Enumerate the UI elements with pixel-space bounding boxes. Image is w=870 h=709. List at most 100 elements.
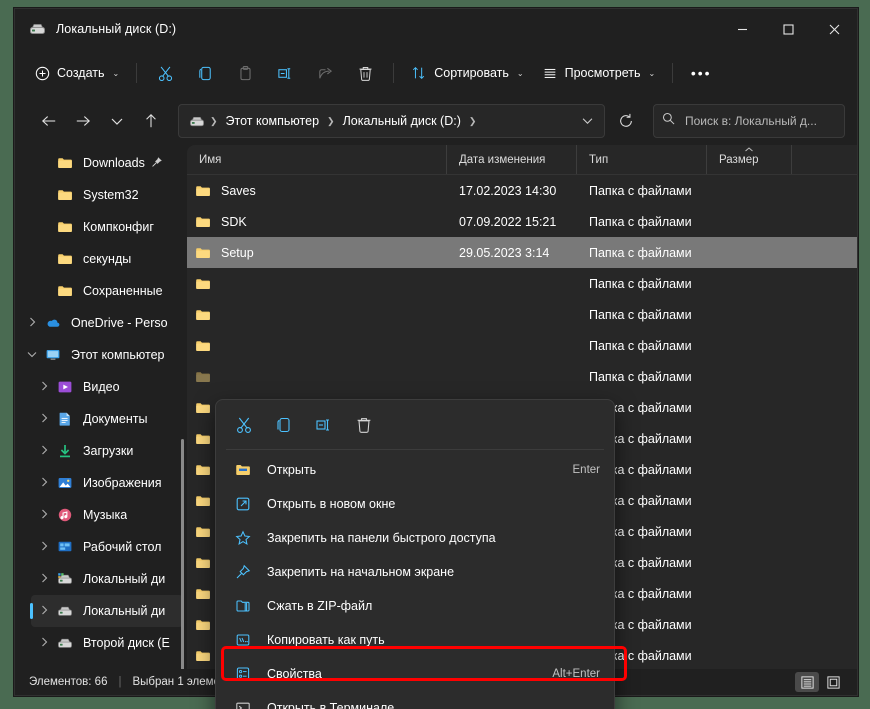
sort-button[interactable]: Сортировать ⌄: [403, 57, 531, 89]
close-button[interactable]: [811, 9, 857, 49]
terminal-icon: [232, 700, 254, 709]
context-menu-item-2[interactable]: Закрепить на панели быстрого доступа: [220, 521, 610, 555]
table-row[interactable]: Папка с файлами: [187, 268, 857, 299]
new-button[interactable]: Создать ⌄: [27, 57, 127, 89]
sidebar-item-11[interactable]: Музыка: [31, 499, 183, 531]
paste-icon: [240, 65, 251, 80]
item-count-label: Элементов: 66: [29, 676, 108, 688]
table-row[interactable]: SDK 07.09.2022 15:21 Папка с файлами: [187, 206, 857, 237]
pin-icon: [151, 156, 163, 171]
details-view-button[interactable]: [795, 672, 819, 692]
column-header-0[interactable]: Имя: [187, 145, 447, 174]
recent-locations-button[interactable]: [101, 105, 133, 137]
chevron-right-icon[interactable]: [33, 509, 55, 521]
sidebar-item-15[interactable]: Второй диск (E: [31, 627, 183, 659]
sidebar-item-2[interactable]: Компконфиг: [31, 211, 183, 243]
context-menu-item-7[interactable]: Открыть в Терминале: [220, 691, 610, 709]
rename-button[interactable]: [266, 57, 304, 89]
back-button[interactable]: [33, 105, 65, 137]
breadcrumb-item-0[interactable]: Этот компьютер: [221, 112, 324, 130]
sidebar-item-14[interactable]: Локальный ди: [30, 595, 183, 627]
context-menu-item-label: Свойства: [267, 667, 322, 681]
chevron-right-icon[interactable]: [33, 445, 55, 457]
column-header-1[interactable]: Дата изменения: [447, 145, 577, 174]
chevron-right-icon[interactable]: [33, 381, 55, 393]
more-button[interactable]: •••: [682, 57, 720, 89]
chevron-right-icon[interactable]: [33, 573, 55, 585]
rename-icon: [278, 67, 290, 79]
copy-icon: [199, 66, 211, 80]
up-button[interactable]: [135, 105, 167, 137]
sidebar-item-5[interactable]: OneDrive - Perso: [19, 307, 183, 339]
sidebar-item-3[interactable]: секунды: [31, 243, 183, 275]
chevron-right-icon[interactable]: [33, 541, 55, 553]
chevron-right-icon[interactable]: [33, 605, 55, 617]
sidebar-item-7[interactable]: Видео: [31, 371, 183, 403]
sidebar-item-4[interactable]: Сохраненные: [31, 275, 183, 307]
breadcrumb-item-1[interactable]: Локальный диск (D:): [338, 112, 466, 130]
sidebar-item-8[interactable]: Документы: [31, 403, 183, 435]
copy-button[interactable]: [266, 409, 302, 441]
search-input[interactable]: [683, 113, 836, 129]
pictures-icon: [55, 475, 75, 491]
sidebar-item-6[interactable]: Этот компьютер: [19, 339, 183, 371]
view-button[interactable]: Просмотреть ⌄: [534, 57, 664, 89]
sidebar-item-label: Видео: [83, 380, 120, 394]
table-row[interactable]: Папка с файлами: [187, 299, 857, 330]
context-menu-item-1[interactable]: Открыть в новом окне: [220, 487, 610, 521]
context-menu-item-0[interactable]: Открыть Enter: [220, 453, 610, 487]
sidebar-item-0[interactable]: Downloads: [31, 147, 183, 179]
cut-button[interactable]: [146, 57, 184, 89]
breadcrumb-dropdown-icon[interactable]: [574, 108, 600, 134]
column-header-2[interactable]: Тип: [577, 145, 707, 174]
chevron-down-icon[interactable]: [21, 350, 43, 360]
properties-icon: [232, 666, 254, 682]
delete-button[interactable]: [346, 57, 384, 89]
chevron-right-icon[interactable]: [33, 637, 55, 649]
chevron-right-icon[interactable]: [33, 477, 55, 489]
sidebar-item-1[interactable]: System32: [31, 179, 183, 211]
breadcrumb[interactable]: ❯ Этот компьютер ❯ Локальный диск (D:) ❯: [178, 104, 605, 138]
rename-button[interactable]: [306, 409, 342, 441]
folder-icon: [195, 617, 211, 633]
sidebar-item-9[interactable]: Загрузки: [31, 435, 183, 467]
large-icons-view-button[interactable]: [821, 672, 845, 692]
sidebar-item-12[interactable]: Рабочий стол: [31, 531, 183, 563]
table-row[interactable]: Папка с файлами: [187, 361, 857, 392]
sidebar-item-10[interactable]: Изображения: [31, 467, 183, 499]
context-menu-item-4[interactable]: Сжать в ZIP-файл: [220, 589, 610, 623]
file-name-cell: Saves: [187, 183, 447, 199]
chevron-right-icon[interactable]: [33, 413, 55, 425]
file-explorer-window: Локальный диск (D:) Создать ⌄ Сортироват…: [14, 8, 858, 709]
table-row[interactable]: Saves 17.02.2023 14:30 Папка с файлами: [187, 175, 857, 206]
column-header-3[interactable]: Размер: [707, 145, 792, 174]
refresh-icon: [620, 113, 632, 127]
refresh-button[interactable]: [611, 105, 641, 137]
file-name-cell: SDK: [187, 214, 447, 230]
sidebar-item-13[interactable]: Локальный ди: [31, 563, 183, 595]
cut-button[interactable]: [226, 409, 262, 441]
table-row[interactable]: Папка с файлами: [187, 330, 857, 361]
systemdrive-icon: [55, 571, 75, 587]
paste-button[interactable]: [226, 57, 264, 89]
sort-ascending-icon: [745, 145, 754, 154]
chevron-right-icon[interactable]: [21, 317, 43, 329]
maximize-button[interactable]: [765, 9, 811, 49]
table-row[interactable]: Setup 29.05.2023 3:14 Папка с файлами: [187, 237, 857, 268]
minimize-button[interactable]: [719, 9, 765, 49]
context-menu-item-5[interactable]: Копировать как путь: [220, 623, 610, 657]
folder-icon: [195, 462, 211, 478]
copy-button[interactable]: [186, 57, 224, 89]
zip-icon: [232, 598, 254, 614]
context-menu-item-3[interactable]: Закрепить на начальном экране: [220, 555, 610, 589]
search-box[interactable]: [653, 104, 845, 138]
sidebar-item-label: System32: [83, 188, 139, 202]
folder-icon: [195, 369, 211, 385]
context-menu-divider: [226, 449, 604, 450]
delete-button[interactable]: [346, 409, 382, 441]
sidebar-scrollbar[interactable]: [181, 439, 184, 669]
context-menu-item-6[interactable]: Свойства Alt+Enter: [220, 657, 610, 691]
share-button[interactable]: [306, 57, 344, 89]
forward-button[interactable]: [67, 105, 99, 137]
folder-icon: [55, 155, 75, 171]
